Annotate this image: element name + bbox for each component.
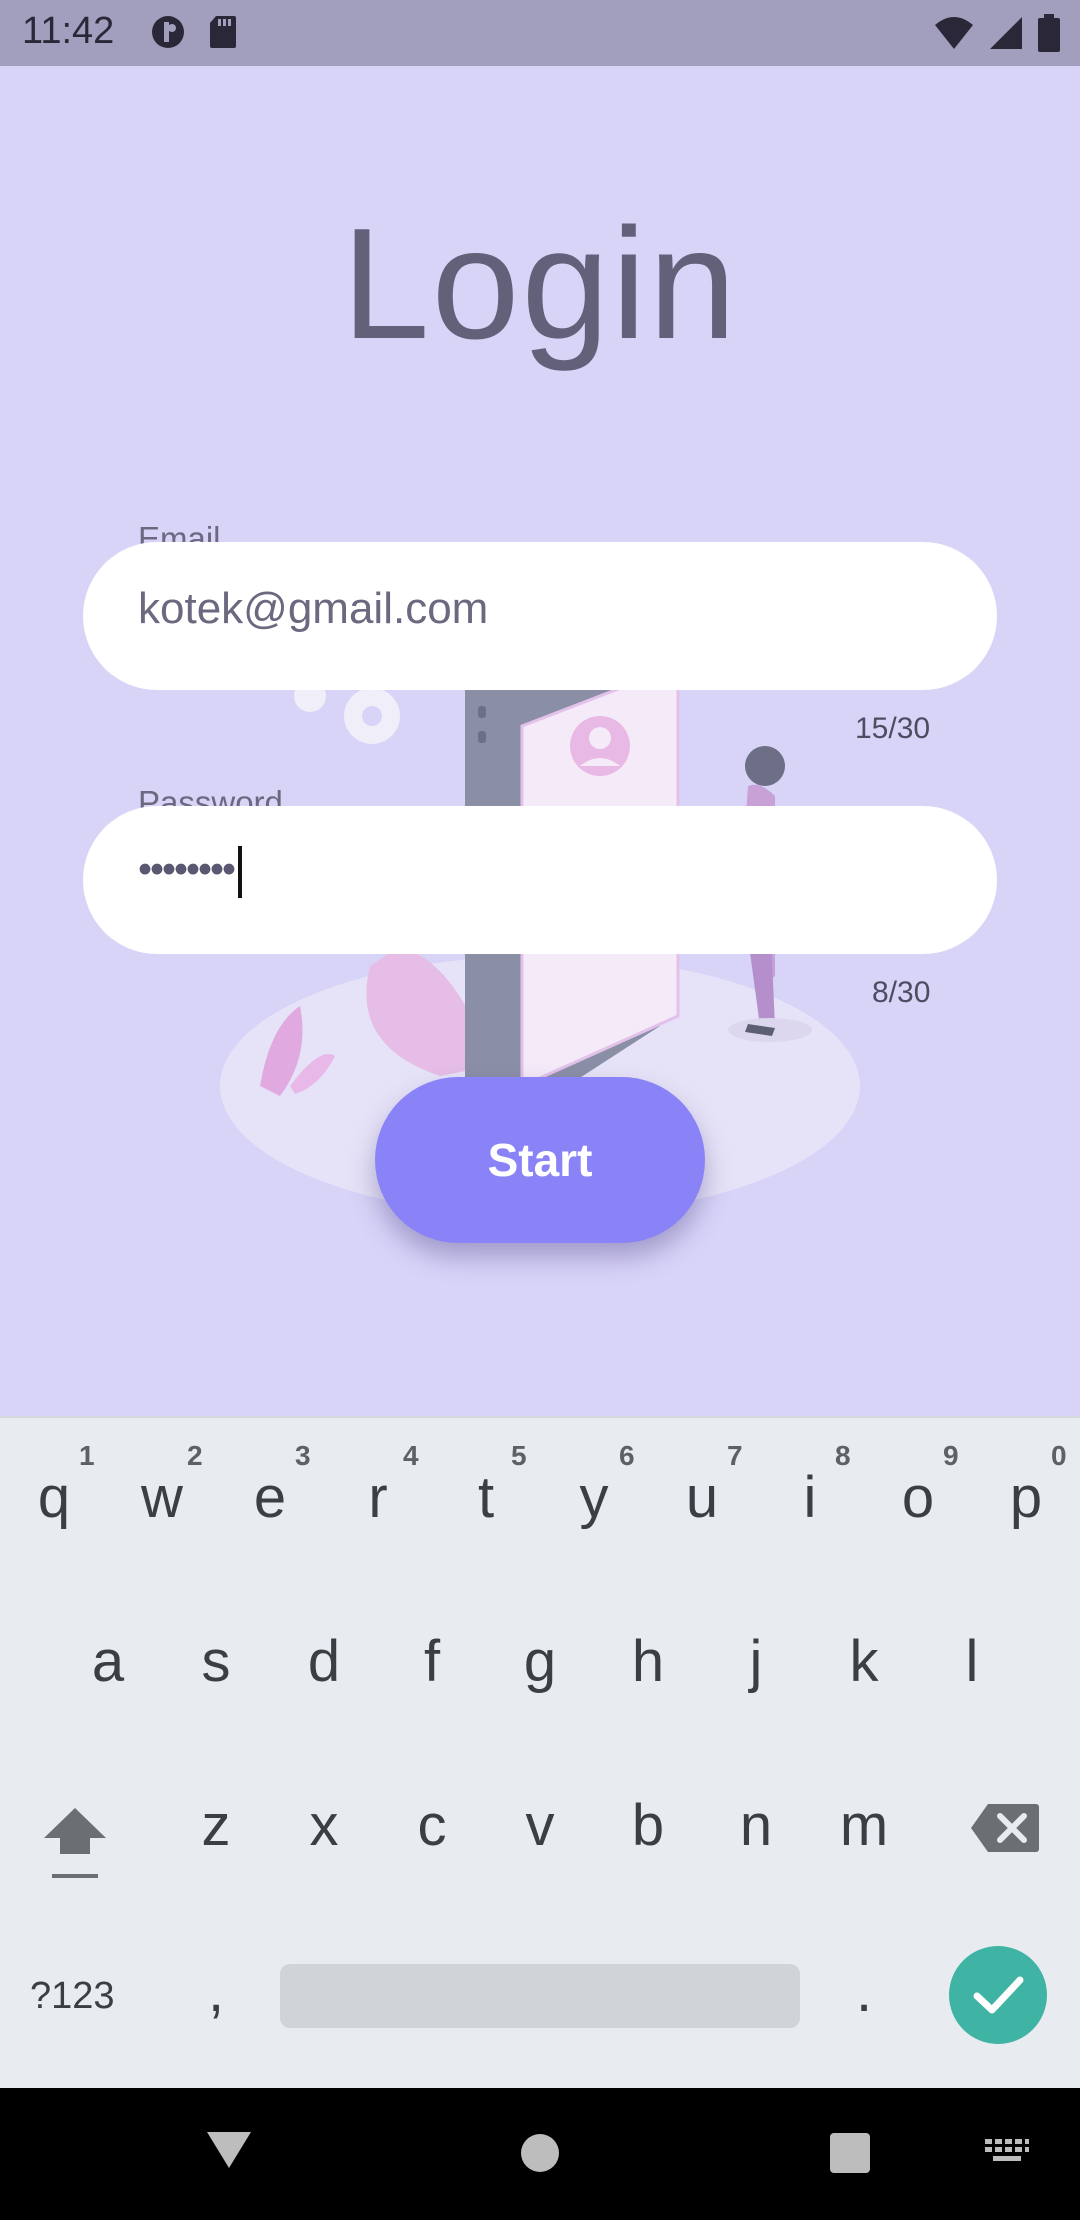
key-comma[interactable]: , (162, 1958, 270, 2025)
cell-signal-icon (988, 15, 1024, 56)
back-icon[interactable] (206, 2130, 252, 2175)
password-char-counter: 8/30 (872, 976, 931, 1009)
key-x[interactable]: x (270, 1792, 378, 1859)
key-w[interactable]: w (108, 1464, 216, 1531)
email-field[interactable]: kotek@gmail.com (83, 542, 997, 690)
key-b[interactable]: b (594, 1792, 702, 1859)
wifi-icon (934, 15, 974, 56)
page-title: Login (341, 196, 739, 372)
keyboard-switch-icon[interactable] (984, 2138, 1030, 2173)
email-char-counter: 15/30 (855, 712, 931, 745)
key-c[interactable]: c (378, 1792, 486, 1859)
enter-check-icon[interactable] (949, 1946, 1047, 2044)
key-n[interactable]: n (702, 1792, 810, 1859)
key-k[interactable]: k (810, 1628, 918, 1695)
key-t[interactable]: t (432, 1464, 540, 1531)
key-s[interactable]: s (162, 1628, 270, 1695)
key-u[interactable]: u (648, 1464, 756, 1531)
key-g[interactable]: g (486, 1628, 594, 1695)
key-m[interactable]: m (810, 1792, 918, 1859)
battery-icon (1038, 14, 1060, 57)
space-bar[interactable] (280, 1964, 800, 2028)
text-cursor (238, 846, 243, 898)
key-a[interactable]: a (54, 1628, 162, 1695)
soft-keyboard: 1 2 3 4 5 6 7 8 9 0 q w e r t y u i o p … (0, 1416, 1080, 2090)
key-e[interactable]: e (216, 1464, 324, 1531)
start-button[interactable]: Start (375, 1077, 705, 1243)
key-o[interactable]: o (864, 1464, 972, 1531)
key-z[interactable]: z (162, 1792, 270, 1859)
status-time: 11:42 (22, 10, 115, 52)
email-value: kotek@gmail.com (138, 584, 489, 633)
key-r[interactable]: r (324, 1464, 432, 1531)
navigation-bar (0, 2088, 1080, 2220)
key-i[interactable]: i (756, 1464, 864, 1531)
key-period[interactable]: . (810, 1958, 918, 2025)
key-d[interactable]: d (270, 1628, 378, 1695)
symbols-key[interactable]: ?123 (30, 1975, 115, 2018)
backspace-icon[interactable] (970, 1802, 1040, 1854)
data-saver-icon (150, 14, 186, 55)
shift-icon[interactable] (40, 1802, 110, 1882)
status-bar: 11:42 (0, 0, 1080, 66)
key-v[interactable]: v (486, 1792, 594, 1859)
key-f[interactable]: f (378, 1628, 486, 1695)
key-p[interactable]: p (972, 1464, 1080, 1531)
password-field[interactable]: •••••••• (83, 806, 997, 954)
key-j[interactable]: j (702, 1628, 810, 1695)
recents-icon[interactable] (829, 2132, 871, 2179)
login-screen: Login Email kotek@gmail.com 15/30 Passwo… (0, 66, 1080, 1416)
key-h[interactable]: h (594, 1628, 702, 1695)
sd-card-icon (208, 14, 238, 55)
key-q[interactable]: q (0, 1464, 108, 1531)
key-l[interactable]: l (918, 1628, 1026, 1695)
home-icon[interactable] (519, 2132, 561, 2179)
password-value: •••••••• (138, 846, 243, 898)
key-y[interactable]: y (540, 1464, 648, 1531)
